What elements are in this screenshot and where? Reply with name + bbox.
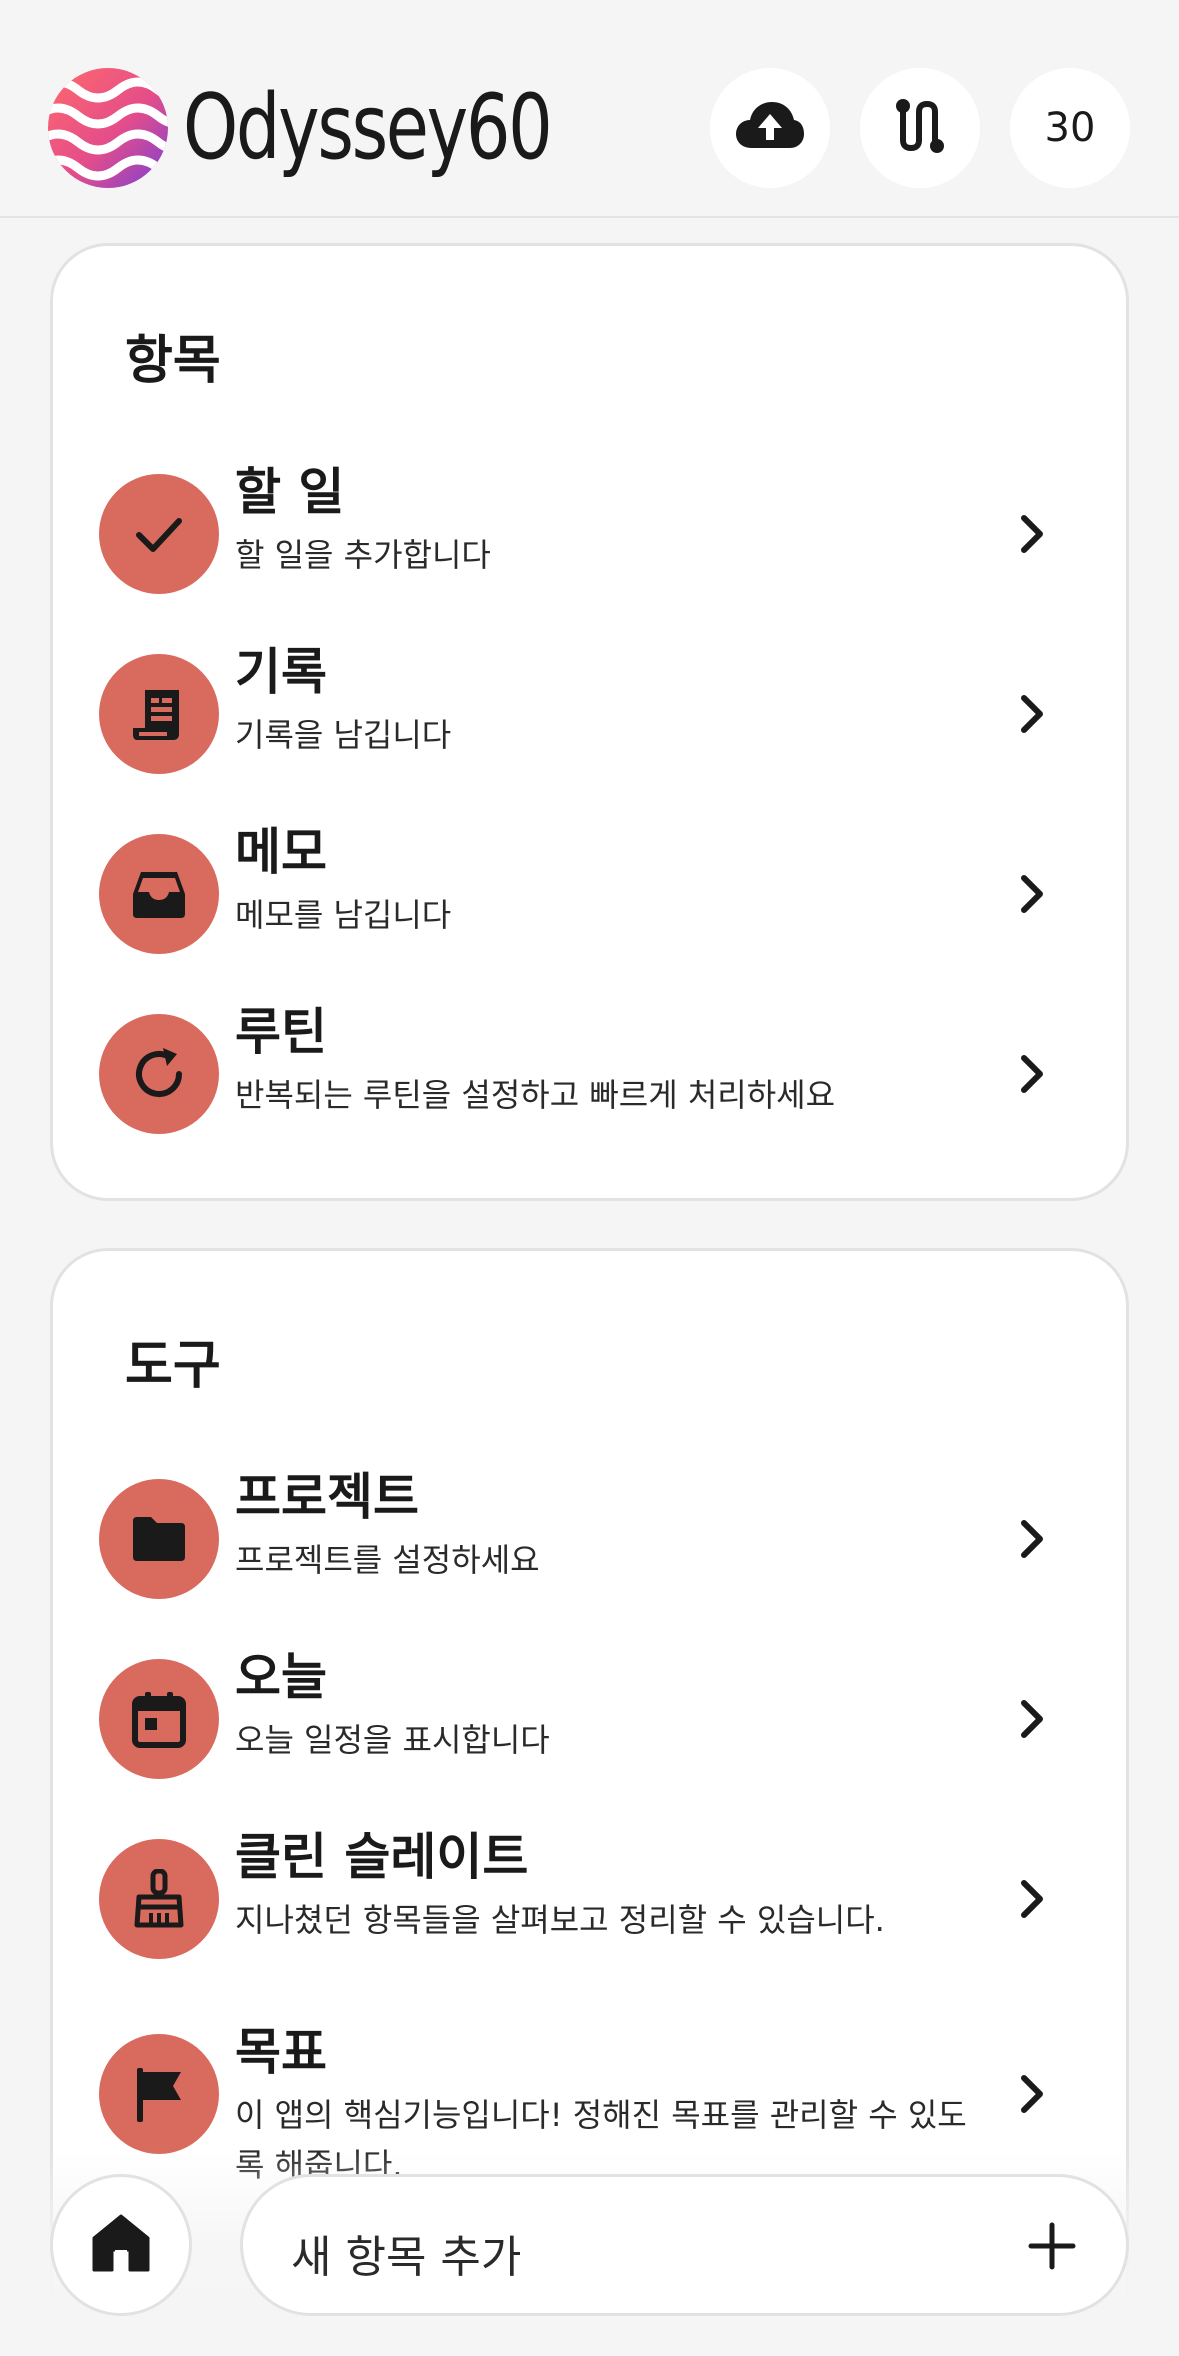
inbox-icon <box>99 834 219 954</box>
menu-item-memo[interactable]: 메모 메모를 남깁니다 <box>53 823 1126 964</box>
plus-icon[interactable] <box>1019 2213 1085 2279</box>
menu-item-project[interactable]: 프로젝트 프로젝트를 설정하세요 <box>53 1468 1126 1609</box>
chevron-right-icon <box>1003 1869 1063 1929</box>
menu-item-subtitle: 프로젝트를 설정하세요 <box>235 1541 540 1579</box>
menu-item-title: 목표 <box>235 2023 327 2081</box>
app-logo <box>48 68 168 188</box>
route-icon <box>890 96 950 160</box>
add-new-item-label: 새 항목 추가 <box>291 2232 522 2283</box>
receipt-icon <box>99 654 219 774</box>
route-button[interactable] <box>860 68 980 188</box>
menu-item-subtitle: 메모를 남깁니다 <box>235 896 452 934</box>
chevron-right-icon <box>1003 1689 1063 1749</box>
section-card-items: 항목 할 일 할 일을 추가합니다 기록 기록을 남깁니다 메모 메모를 남깁니… <box>50 243 1129 1201</box>
section-title: 도구 <box>125 1336 221 1396</box>
check-icon <box>99 474 219 594</box>
menu-item-subtitle: 할 일을 추가합니다 <box>235 536 491 574</box>
home-icon <box>90 2212 152 2278</box>
menu-item-clean-slate[interactable]: 클린 슬레이트 지나쳤던 항목들을 살펴보고 정리할 수 있습니다. <box>53 1828 1126 1969</box>
counter-button[interactable]: 30 <box>1010 68 1130 188</box>
menu-item-subtitle: 지나쳤던 항목들을 살펴보고 정리할 수 있습니다. <box>235 1901 885 1939</box>
chevron-right-icon <box>1003 684 1063 744</box>
menu-item-title: 할 일 <box>235 463 345 521</box>
menu-item-title: 오늘 <box>235 1648 327 1706</box>
home-button[interactable] <box>50 2174 192 2316</box>
menu-item-subtitle: 반복되는 루틴을 설정하고 빠르게 처리하세요 <box>235 1076 836 1114</box>
chevron-right-icon <box>1003 1509 1063 1569</box>
menu-item-title: 프로젝트 <box>235 1468 419 1526</box>
cloud-upload-icon <box>734 100 806 156</box>
flag-icon <box>99 2034 219 2154</box>
folder-icon <box>99 1479 219 1599</box>
app-header: Odyssey60 30 <box>0 0 1179 218</box>
add-new-item-bar[interactable]: 새 항목 추가 <box>240 2174 1129 2316</box>
calendar-icon <box>99 1659 219 1779</box>
section-title: 항목 <box>125 331 221 391</box>
chevron-right-icon <box>1003 864 1063 924</box>
chevron-right-icon <box>1003 1044 1063 1104</box>
menu-item-subtitle: 오늘 일정을 표시합니다 <box>235 1721 550 1759</box>
menu-item-title: 기록 <box>235 643 327 701</box>
chevron-right-icon <box>1003 504 1063 564</box>
broom-icon <box>99 1839 219 1959</box>
menu-item-today[interactable]: 오늘 오늘 일정을 표시합니다 <box>53 1648 1126 1789</box>
app-brand-name: Odyssey60 <box>183 75 553 180</box>
menu-item-title: 루틴 <box>235 1003 327 1061</box>
chevron-right-icon <box>1003 2064 1063 2124</box>
menu-item-routine[interactable]: 루틴 반복되는 루틴을 설정하고 빠르게 처리하세요 <box>53 1003 1126 1144</box>
menu-item-title: 메모 <box>235 823 327 881</box>
refresh-icon <box>99 1014 219 1134</box>
menu-item-subtitle: 기록을 남깁니다 <box>235 716 452 754</box>
menu-item-todo[interactable]: 할 일 할 일을 추가합니다 <box>53 463 1126 604</box>
upload-button[interactable] <box>710 68 830 188</box>
menu-item-title: 클린 슬레이트 <box>235 1828 529 1886</box>
counter-value: 30 <box>1044 105 1096 151</box>
menu-item-record[interactable]: 기록 기록을 남깁니다 <box>53 643 1126 784</box>
